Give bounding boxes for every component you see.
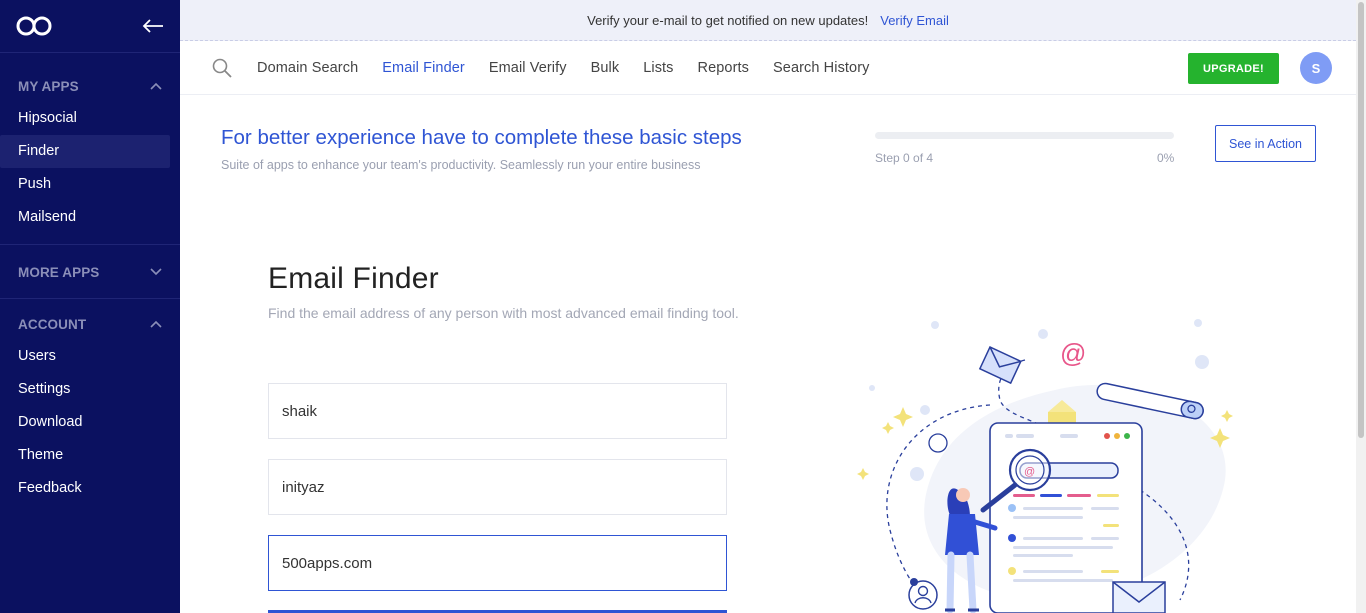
my-apps-label: MY APPS [18, 78, 79, 94]
svg-text:@: @ [1060, 338, 1086, 368]
sidebar-item-download[interactable]: Download [0, 406, 170, 439]
arrow-left-icon[interactable] [142, 18, 164, 34]
page-subtitle: Find the email address of any person wit… [268, 305, 739, 321]
more-apps-section: MORE APPS [0, 245, 180, 299]
sidebar-item-feedback[interactable]: Feedback [0, 472, 170, 505]
tab-lists[interactable]: Lists [643, 60, 673, 76]
banner-text: Verify your e-mail to get notified on ne… [587, 12, 869, 28]
last-name-input[interactable] [268, 459, 727, 515]
chevron-up-icon [150, 82, 162, 90]
sidebar-item-finder[interactable]: Finder [0, 135, 170, 168]
account-section: ACCOUNT Users Settings Download Theme Fe… [0, 308, 180, 505]
sidebar: MY APPS Hipsocial Finder Push Mailsend M… [0, 0, 180, 613]
sidebar-item-settings[interactable]: Settings [0, 373, 170, 406]
tab-search-history[interactable]: Search History [773, 60, 870, 76]
tab-email-verify[interactable]: Email Verify [489, 60, 567, 76]
steps-title: For better experience have to complete t… [221, 126, 742, 149]
account-header[interactable]: ACCOUNT [0, 308, 180, 340]
steps-progress-bar [875, 132, 1174, 139]
sidebar-item-users[interactable]: Users [0, 340, 170, 373]
sidebar-header [0, 0, 180, 53]
steps-progress-text: Step 0 of 4 [875, 151, 934, 165]
more-apps-label: MORE APPS [18, 264, 100, 280]
sidebar-item-mailsend[interactable]: Mailsend [0, 201, 170, 234]
chevron-down-icon [150, 268, 162, 276]
email-search-illustration: @ @ [857, 319, 1233, 613]
sidebar-item-hipsocial[interactable]: Hipsocial [0, 102, 170, 135]
sidebar-item-push[interactable]: Push [0, 168, 170, 201]
first-name-input[interactable] [268, 383, 727, 439]
top-navigation: Domain Search Email Finder Email Verify … [180, 41, 1356, 95]
scrollbar-thumb[interactable] [1358, 2, 1364, 438]
page-title: Email Finder [268, 262, 439, 295]
my-apps-section: MY APPS Hipsocial Finder Push Mailsend [0, 70, 180, 245]
upgrade-button[interactable]: UPGRADE! [1188, 53, 1279, 84]
my-apps-header[interactable]: MY APPS [0, 70, 180, 102]
verify-email-link[interactable]: Verify Email [880, 13, 949, 28]
page-scrollbar[interactable] [1356, 0, 1366, 613]
sidebar-item-theme[interactable]: Theme [0, 439, 170, 472]
account-label: ACCOUNT [18, 316, 87, 332]
verify-banner: Verify your e-mail to get notified on ne… [180, 0, 1356, 41]
more-apps-header[interactable]: MORE APPS [0, 256, 180, 288]
tab-reports[interactable]: Reports [698, 60, 749, 76]
app-root: MY APPS Hipsocial Finder Push Mailsend M… [0, 0, 1366, 613]
steps-subtitle: Suite of apps to enhance your team's pro… [221, 158, 701, 172]
user-avatar[interactable]: S [1300, 52, 1332, 84]
search-icon[interactable] [212, 58, 232, 78]
tab-email-finder[interactable]: Email Finder [382, 60, 465, 76]
domain-input[interactable] [268, 535, 727, 591]
chevron-up-icon [150, 320, 162, 328]
svg-text:@: @ [1024, 466, 1035, 478]
tab-bulk[interactable]: Bulk [591, 60, 620, 76]
infinity-logo-icon[interactable] [16, 15, 52, 37]
see-in-action-button[interactable]: See in Action [1215, 125, 1316, 162]
steps-progress-percent: 0% [1157, 151, 1175, 165]
tab-domain-search[interactable]: Domain Search [257, 60, 358, 76]
nav-tabs: Domain Search Email Finder Email Verify … [257, 41, 894, 95]
